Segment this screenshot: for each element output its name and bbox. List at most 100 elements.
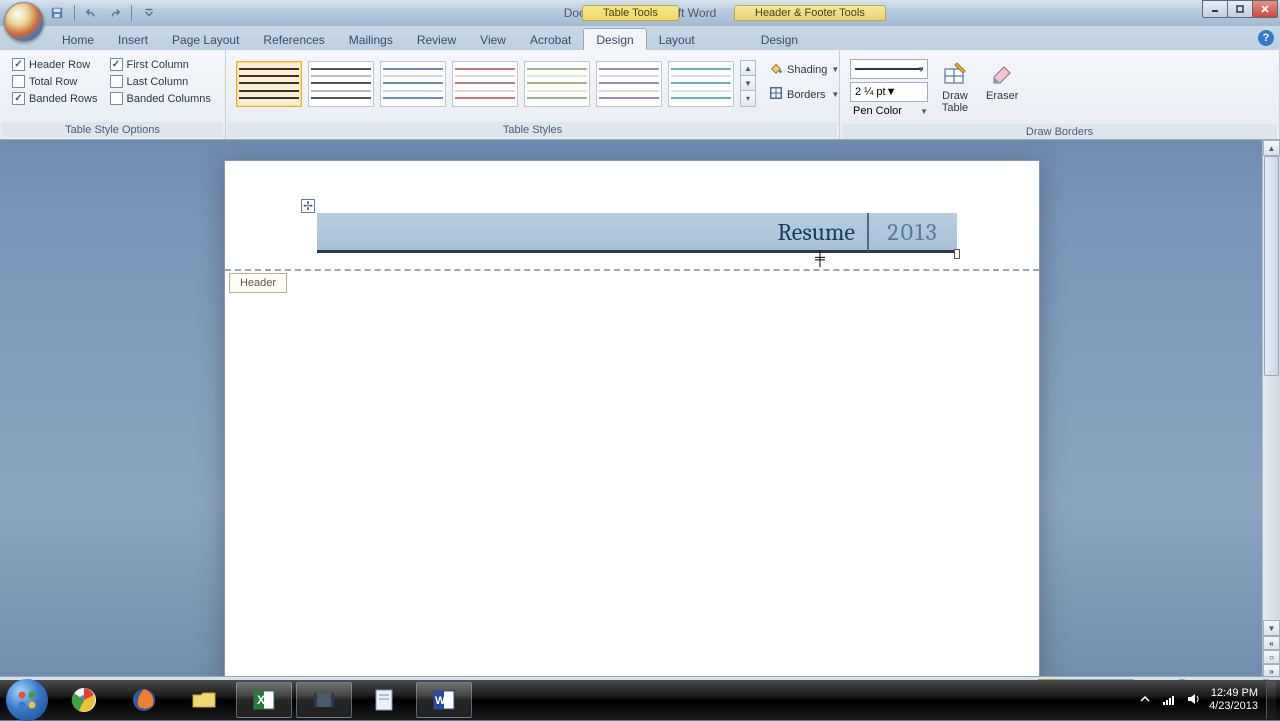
save-icon[interactable] — [48, 4, 66, 22]
undo-icon[interactable] — [83, 4, 101, 22]
checkbox-label: Last Column — [127, 76, 189, 88]
taskbar-movie-maker[interactable] — [296, 682, 352, 718]
ribbon: Header Row Total Row Banded Rows First C… — [0, 50, 1280, 140]
svg-text:W: W — [435, 695, 446, 707]
taskbar-word[interactable]: W — [416, 682, 472, 718]
taskbar-explorer[interactable] — [176, 682, 232, 718]
gallery-up-button[interactable]: ▲ — [741, 61, 755, 76]
tab-mailings[interactable]: Mailings — [337, 29, 405, 50]
group-table-styles: ▲ ▼ ▾ Shading ▼ Borders ▼ Table Styles — [226, 50, 840, 139]
tab-review[interactable]: Review — [405, 29, 468, 50]
start-button[interactable] — [6, 679, 48, 721]
button-label: Borders — [787, 89, 826, 101]
checkbox-first-column[interactable]: First Column — [110, 58, 211, 71]
show-desktop-button[interactable] — [1266, 681, 1276, 719]
taskbar-notepad[interactable] — [356, 682, 412, 718]
document-page[interactable]: ✢ Resume 2013 ╪ Header — [224, 160, 1040, 678]
draw-table-button[interactable]: Draw Table — [932, 56, 978, 116]
table-style-1[interactable] — [236, 61, 302, 107]
taskbar-firefox[interactable] — [116, 682, 172, 718]
checkbox-icon — [12, 92, 25, 105]
tray-date: 4/23/2013 — [1209, 700, 1258, 713]
tab-insert[interactable]: Insert — [106, 29, 160, 50]
tab-view[interactable]: View — [468, 29, 518, 50]
shading-button[interactable]: Shading ▼ — [764, 58, 844, 81]
title-bar: Document1 - Microsoft Word Table Tools H… — [0, 0, 1280, 26]
tab-page-layout[interactable]: Page Layout — [160, 29, 251, 50]
checkbox-icon — [110, 75, 123, 88]
tab-table-layout[interactable]: Layout — [647, 29, 707, 50]
table-move-handle[interactable]: ✢ — [301, 199, 315, 213]
window-controls — [1203, 0, 1278, 18]
table-style-6[interactable] — [596, 61, 662, 107]
customize-qat-icon[interactable] — [140, 4, 158, 22]
vertical-scrollbar[interactable]: ▲ ▼ « ○ » — [1262, 140, 1280, 678]
table-tools-context: Table Tools — [582, 5, 679, 21]
tab-acrobat[interactable]: Acrobat — [518, 29, 583, 50]
row-resize-cursor-icon: ╪ — [815, 250, 825, 266]
table-style-2[interactable] — [308, 61, 374, 107]
shading-borders-buttons: Shading ▼ Borders ▼ — [760, 56, 848, 108]
clock[interactable]: 12:49 PM 4/23/2013 — [1209, 687, 1258, 713]
button-label: Draw Table — [942, 90, 968, 114]
checkbox-banded-rows[interactable]: Banded Rows — [12, 92, 98, 105]
checkbox-label: Banded Columns — [127, 93, 211, 105]
scroll-up-button[interactable]: ▲ — [1263, 140, 1280, 156]
border-controls: ▼ 2 ¼ pt▼ Pen Color ▼ — [846, 56, 932, 120]
browse-object-button[interactable]: ○ — [1263, 650, 1280, 664]
taskbar: X W 12:49 PM 4/23/2013 — [0, 680, 1280, 720]
separator — [74, 5, 75, 21]
checkbox-label: Total Row — [29, 76, 77, 88]
header-year-cell[interactable]: 2013 — [867, 213, 957, 253]
checkbox-label: Banded Rows — [29, 93, 98, 105]
checkbox-header-row[interactable]: Header Row — [12, 58, 98, 71]
line-style-select[interactable]: ▼ — [850, 59, 928, 79]
table-style-4[interactable] — [452, 61, 518, 107]
gallery-more-button[interactable]: ▾ — [741, 91, 755, 106]
tab-table-design[interactable]: Design — [583, 28, 646, 50]
eraser-button[interactable]: Eraser — [978, 56, 1026, 104]
taskbar-chrome[interactable] — [56, 682, 112, 718]
close-button[interactable] — [1252, 0, 1278, 18]
checkbox-total-row[interactable]: Total Row — [12, 75, 98, 88]
minimize-button[interactable] — [1202, 0, 1228, 18]
tab-references[interactable]: References — [251, 29, 336, 50]
scroll-down-button[interactable]: ▼ — [1263, 620, 1280, 636]
group-body: ▼ 2 ¼ pt▼ Pen Color ▼ Draw Table Eraser — [842, 52, 1277, 124]
volume-icon[interactable] — [1185, 691, 1201, 710]
gallery-down-button[interactable]: ▼ — [741, 76, 755, 91]
table-style-7[interactable] — [668, 61, 734, 107]
tray-more-icon[interactable] — [1137, 691, 1153, 710]
redo-icon[interactable] — [105, 4, 123, 22]
checkbox-banded-columns[interactable]: Banded Columns — [110, 92, 211, 105]
tab-home[interactable]: Home — [50, 29, 106, 50]
taskbar-excel[interactable]: X — [236, 682, 292, 718]
table-resize-handle[interactable] — [954, 249, 960, 259]
maximize-button[interactable] — [1227, 0, 1253, 18]
pen-color-button[interactable]: Pen Color ▼ — [850, 105, 928, 117]
header-title-cell[interactable]: Resume — [317, 213, 867, 253]
button-label: Pen Color — [853, 105, 902, 117]
header-table[interactable]: Resume 2013 — [317, 213, 957, 253]
network-icon[interactable] — [1161, 691, 1177, 710]
dropdown-arrow-icon: ▼ — [886, 86, 897, 98]
table-style-5[interactable] — [524, 61, 590, 107]
checkbox-label: Header Row — [29, 59, 90, 71]
table-style-3[interactable] — [380, 61, 446, 107]
borders-button[interactable]: Borders ▼ — [764, 83, 844, 106]
dropdown-arrow-icon: ▼ — [920, 107, 928, 116]
checkbox-last-column[interactable]: Last Column — [110, 75, 211, 88]
group-table-style-options: Header Row Total Row Banded Rows First C… — [0, 50, 226, 139]
svg-text:X: X — [257, 693, 265, 707]
system-tray: 12:49 PM 4/23/2013 — [1137, 681, 1280, 719]
group-body: ▲ ▼ ▾ Shading ▼ Borders ▼ — [228, 52, 837, 122]
scroll-thumb[interactable] — [1264, 156, 1279, 376]
prev-page-button[interactable]: « — [1263, 636, 1280, 650]
eraser-icon — [987, 58, 1017, 88]
office-button[interactable] — [4, 2, 44, 42]
tab-header-design[interactable]: Design — [749, 29, 810, 50]
help-button[interactable]: ? — [1258, 30, 1274, 46]
document-viewport: ✢ Resume 2013 ╪ Header ▲ ▼ « ○ » — [0, 140, 1280, 678]
line-weight-select[interactable]: 2 ¼ pt▼ — [850, 82, 928, 102]
checkbox-icon — [110, 58, 123, 71]
